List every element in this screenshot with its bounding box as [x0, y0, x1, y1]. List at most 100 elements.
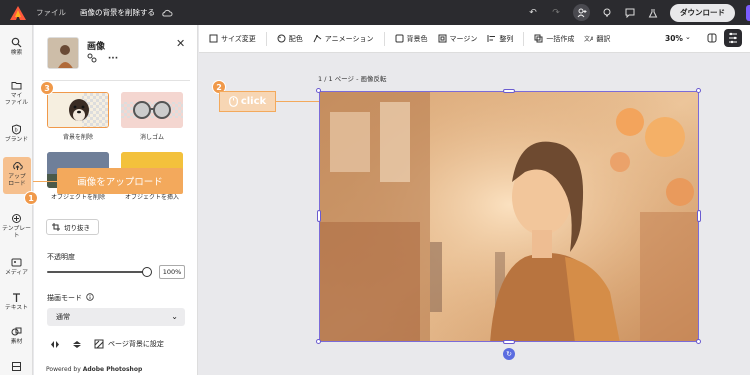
layers-icon[interactable]	[707, 33, 717, 43]
tool-background-color[interactable]: 背景色	[395, 34, 428, 44]
rail-item-text[interactable]: テキスト	[0, 292, 33, 312]
upload-icon	[12, 162, 23, 170]
brand-icon: b	[12, 124, 21, 135]
tool-bulk-create[interactable]: 一括作成	[534, 34, 574, 44]
translate-icon: 文A	[584, 35, 593, 43]
rail-item-my-files[interactable]: マイ ファイル	[0, 80, 33, 107]
rail-item-search[interactable]: 検索	[0, 37, 33, 57]
rail-label: 検索	[10, 50, 23, 56]
animation-icon	[313, 35, 322, 43]
blend-mode-select[interactable]: 通常 ⌄	[47, 308, 185, 326]
click-annotation: click	[219, 91, 276, 112]
tool-align[interactable]: 整列	[487, 34, 513, 44]
properties-panel: 画像 ✕ ··· 背景を削除 消しゴム オブジェクトを削除 オブジェクトを挿入 …	[34, 25, 198, 375]
chevron-down-icon[interactable]: ⌄	[685, 33, 691, 41]
powered-by-prefix: Powered by	[46, 366, 83, 373]
close-icon[interactable]: ✕	[176, 37, 185, 50]
resize-handle-bottom-right[interactable]	[696, 339, 701, 344]
flip-horizontal-icon[interactable]	[50, 340, 60, 349]
rail-label: テンプレート	[2, 226, 31, 239]
zoom-level[interactable]: 30%	[665, 34, 683, 43]
resize-handle-right[interactable]	[697, 210, 701, 222]
lightbulb-icon[interactable]	[601, 7, 613, 19]
rail-item-upload[interactable]: アップ ロード	[3, 157, 31, 194]
info-icon[interactable]	[86, 293, 94, 301]
tool-label: 翻訳	[596, 34, 611, 43]
resize-handle-bottom[interactable]	[503, 340, 515, 344]
rail-item-templates[interactable]: テンプレート	[0, 213, 33, 240]
resize-handle-top-right[interactable]	[696, 88, 701, 93]
tool-translate[interactable]: 文A 翻訳	[584, 34, 610, 44]
crop-button[interactable]: 切り抜き	[46, 219, 99, 235]
blend-mode-label: 描画モード	[47, 294, 82, 302]
file-menu[interactable]: ファイル	[36, 7, 66, 18]
resize-handle-top[interactable]	[503, 89, 515, 93]
tool-label: マージン	[449, 34, 478, 43]
tool-label: 背景色	[406, 34, 428, 43]
set-page-background-button[interactable]: ページ背景に設定	[94, 339, 164, 349]
rail-item-elements[interactable]: 素材	[0, 326, 33, 346]
rail-label: 素材	[10, 339, 23, 345]
rotate-icon[interactable]: ↻	[503, 348, 515, 360]
opacity-input[interactable]: 100%	[159, 265, 185, 279]
rail-label: メディア	[5, 270, 28, 276]
template-icon	[12, 214, 21, 223]
svg-text:文A: 文A	[584, 35, 593, 43]
media-icon	[11, 258, 22, 267]
avatar[interactable]	[746, 4, 750, 21]
panel-actions: ···	[87, 53, 118, 64]
rail-item-media[interactable]: メディア	[0, 257, 33, 277]
toolbar-divider	[383, 31, 385, 46]
rail-item-more[interactable]	[0, 361, 33, 374]
opacity-label: 不透明度	[47, 253, 75, 261]
page-background-icon	[94, 339, 104, 349]
canvas-image[interactable]	[319, 91, 699, 342]
upload-tooltip: 画像をアップロード	[57, 168, 183, 194]
tool-animation[interactable]: アニメーション	[313, 34, 374, 44]
svg-text:b: b	[15, 128, 18, 134]
page-label: 1 / 1 ページ - 画像反転	[318, 75, 387, 83]
remove-background-card[interactable]	[47, 92, 109, 128]
resize-handle-left[interactable]	[317, 210, 321, 222]
opacity-slider-track[interactable]	[47, 271, 147, 273]
cloud-icon	[162, 9, 173, 16]
redo-icon[interactable]: ↷	[550, 7, 562, 19]
divider	[42, 80, 190, 81]
mouse-icon	[228, 96, 238, 107]
folder-icon	[11, 82, 22, 90]
replace-icon[interactable]	[87, 53, 97, 63]
flip-vertical-icon[interactable]	[72, 340, 82, 349]
canvas-toolbar: サイズ変更 配色 アニメーション 背景色 マージン 整列 一括作成 文A 翻訳 …	[199, 25, 750, 53]
rail-label: テキスト	[4, 305, 28, 311]
powered-by: Powered by Adobe Photoshop	[46, 366, 142, 373]
palette-icon	[277, 34, 286, 43]
tool-resize[interactable]: サイズ変更	[209, 34, 256, 44]
document-title[interactable]: 画像の背景を削除する	[80, 7, 155, 18]
tool-color-scheme[interactable]: 配色	[277, 34, 303, 44]
tooltip-connector	[33, 181, 58, 182]
tool-label: 一括作成	[546, 34, 575, 43]
tool-margin[interactable]: マージン	[438, 34, 478, 44]
undo-icon[interactable]: ↶	[527, 7, 539, 19]
toolbar-divider	[523, 31, 525, 46]
app-logo-icon[interactable]	[8, 3, 28, 23]
rail-item-brand[interactable]: b ブランド	[0, 124, 33, 144]
download-button[interactable]: ダウンロード	[670, 3, 735, 22]
properties-toggle-icon[interactable]	[724, 29, 742, 47]
resize-handle-bottom-left[interactable]	[316, 339, 321, 344]
panel-title: 画像	[87, 42, 106, 52]
flask-icon[interactable]	[647, 7, 659, 19]
add-user-icon[interactable]	[573, 4, 590, 21]
blend-mode-value: 通常	[56, 313, 70, 321]
tool-label: サイズ変更	[221, 34, 256, 43]
more-icon[interactable]: ···	[108, 54, 118, 64]
comment-icon[interactable]	[624, 7, 636, 19]
resize-handle-top-left[interactable]	[316, 88, 321, 93]
opacity-slider-thumb[interactable]	[142, 267, 152, 277]
rail-label: マイ ファイル	[4, 93, 29, 106]
rail-label: ブランド	[4, 137, 29, 143]
margin-icon	[438, 34, 447, 43]
eraser-card[interactable]	[121, 92, 183, 128]
square-icon	[395, 34, 404, 43]
click-text: click	[240, 96, 267, 107]
